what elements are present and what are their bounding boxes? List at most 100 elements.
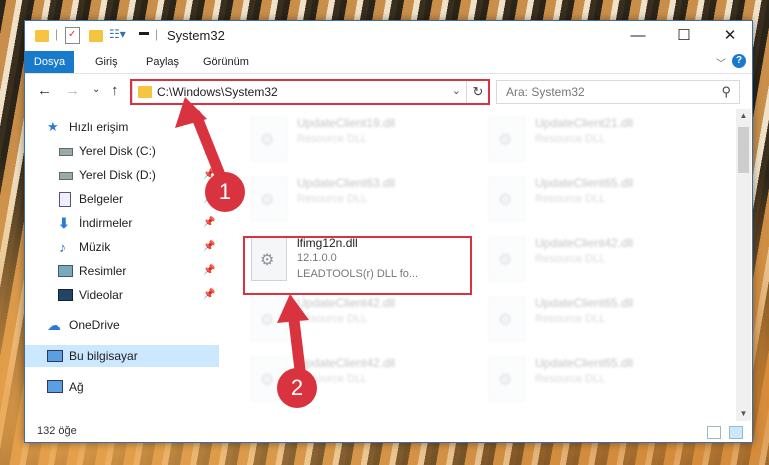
scroll-up-icon[interactable]: ▲ <box>736 109 751 123</box>
tab-home[interactable]: Giriş <box>95 51 118 73</box>
file-description: Resource DLL <box>535 133 606 145</box>
folder-icon <box>35 30 49 42</box>
search-placeholder: Ara: System32 <box>506 85 585 99</box>
dll-file-icon <box>489 357 525 401</box>
sidebar-item-label: Bu bilgisayar <box>69 349 138 363</box>
dll-file-icon <box>251 177 287 221</box>
sidebar-item-label: Yerel Disk (D:) <box>79 168 156 182</box>
star-icon: ★ <box>47 119 59 134</box>
download-icon: ⬇ <box>58 215 70 231</box>
drive-icon <box>59 148 73 156</box>
sidebar-item-documents[interactable]: Belgeler 📌 <box>25 188 219 210</box>
tiles-view-icon[interactable] <box>729 426 743 439</box>
sidebar-item-quick-access[interactable]: ★ Hızlı erişim <box>25 116 219 138</box>
file-highlight-box <box>243 236 472 295</box>
title-bar: | ✓ ☷▾ ▬ | System32 — ☐ ✕ <box>25 21 752 51</box>
dll-file-icon <box>489 237 525 281</box>
file-item[interactable]: UpdateClient19.dll Resource DLL <box>245 113 475 165</box>
tab-share[interactable]: Paylaş <box>146 51 179 73</box>
ribbon-tabs: Dosya Giriş Paylaş Görünüm ﹀ ? <box>25 51 752 74</box>
recent-locations-icon[interactable]: ⌄ <box>92 84 100 95</box>
file-description: Resource DLL <box>535 373 606 385</box>
drive-icon <box>59 172 73 180</box>
pin-icon[interactable]: 📌 <box>203 284 215 306</box>
sidebar-item-label: OneDrive <box>69 318 120 332</box>
separator: | <box>155 27 159 41</box>
pin-icon[interactable]: 📌 <box>203 212 215 234</box>
file-item[interactable]: UpdateClient21.dll Resource DLL <box>483 113 713 165</box>
file-description: Resource DLL <box>535 313 606 325</box>
file-name: UpdateClient63.dll <box>297 176 396 190</box>
tab-file[interactable]: Dosya <box>25 51 74 73</box>
sidebar-item-local-disk-d[interactable]: Yerel Disk (D:) 📌 <box>25 164 219 186</box>
file-description: Resource DLL <box>535 193 606 205</box>
dll-file-icon <box>489 117 525 161</box>
cloud-icon: ☁ <box>47 317 61 333</box>
sidebar-item-label: İndirmeler <box>79 216 133 230</box>
sidebar-item-onedrive[interactable]: ☁ OneDrive <box>25 314 219 336</box>
sidebar-item-network[interactable]: Ağ <box>25 376 219 398</box>
expand-ribbon-icon[interactable]: ﹀ <box>716 55 726 70</box>
computer-icon <box>47 350 63 362</box>
file-item[interactable]: UpdateClient42.dll Resource DLL <box>483 233 713 285</box>
dll-file-icon <box>251 297 287 341</box>
tab-view[interactable]: Görünüm <box>203 51 249 73</box>
properties-icon[interactable]: ✓ <box>65 27 80 44</box>
status-bar: 132 öğe <box>25 421 752 442</box>
step2-badge: 2 <box>277 368 317 408</box>
file-item[interactable]: UpdateClient65.dll Resource DLL <box>483 173 713 225</box>
videos-icon <box>58 289 73 301</box>
search-icon[interactable]: ⚲ <box>721 84 731 100</box>
pin-icon[interactable]: 📌 <box>203 140 215 162</box>
pin-icon[interactable]: 📌 <box>203 260 215 282</box>
vertical-scrollbar[interactable]: ▲ ▼ <box>736 109 751 421</box>
file-explorer-window: | ✓ ☷▾ ▬ | System32 — ☐ ✕ Dosya Giriş Pa… <box>24 20 753 443</box>
back-button[interactable]: ← <box>37 82 52 99</box>
sidebar-item-label: Resimler <box>79 264 127 278</box>
help-icon[interactable]: ? <box>732 54 746 68</box>
sidebar-item-label: Ağ <box>69 380 84 394</box>
file-item[interactable]: UpdateClient65.dll Resource DLL <box>483 353 713 405</box>
maximize-button[interactable]: ☐ <box>661 21 707 51</box>
sidebar-item-downloads[interactable]: ⬇ İndirmeler 📌 <box>25 212 219 234</box>
documents-icon <box>59 192 71 207</box>
sidebar-item-pictures[interactable]: Resimler 📌 <box>25 260 219 282</box>
file-item[interactable]: UpdateClient65.dll Resource DLL <box>483 293 713 345</box>
scrollbar-thumb[interactable] <box>738 127 749 173</box>
sidebar-item-label: Yerel Disk (C:) <box>79 144 156 158</box>
customize-toolbar-icon[interactable]: ▬ <box>139 27 149 38</box>
dll-file-icon <box>251 117 287 161</box>
sidebar-item-label: Hızlı erişim <box>69 120 129 134</box>
up-button[interactable]: ↑ <box>111 82 119 99</box>
file-name: UpdateClient42.dll <box>297 356 396 370</box>
close-button[interactable]: ✕ <box>707 21 753 51</box>
sidebar-item-videos[interactable]: Videolar 📌 <box>25 284 219 306</box>
window-title: System32 <box>167 28 225 43</box>
file-item[interactable]: UpdateClient42.dll Resource DLL <box>245 293 475 345</box>
sidebar-item-local-disk-c[interactable]: Yerel Disk (C:) 📌 <box>25 140 219 162</box>
file-description: Resource DLL <box>535 253 606 265</box>
minimize-button[interactable]: — <box>615 21 661 51</box>
sidebar-item-music[interactable]: ♪ Müzik 📌 <box>25 236 219 258</box>
sidebar-item-this-pc[interactable]: Bu bilgisayar <box>25 345 219 367</box>
pin-icon[interactable]: 📌 <box>203 236 215 258</box>
scroll-down-icon[interactable]: ▼ <box>736 407 751 421</box>
details-view-icon[interactable] <box>707 426 721 439</box>
address-highlight-box <box>130 79 490 105</box>
file-name: UpdateClient42.dll <box>297 296 396 310</box>
file-description: Resource DLL <box>297 133 368 145</box>
file-description: Resource DLL <box>297 193 368 205</box>
forward-button[interactable]: → <box>65 82 80 99</box>
pictures-icon <box>58 265 73 277</box>
separator: | <box>55 27 59 41</box>
search-input[interactable]: Ara: System32 ⚲ <box>496 80 740 104</box>
sidebar-item-label: Belgeler <box>79 192 124 206</box>
file-item[interactable]: UpdateClient63.dll Resource DLL <box>245 173 475 225</box>
network-icon <box>47 380 63 393</box>
view-options-icon[interactable]: ☷▾ <box>109 27 126 41</box>
file-name: UpdateClient65.dll <box>535 176 634 190</box>
file-name: UpdateClient19.dll <box>297 116 396 130</box>
new-folder-icon[interactable] <box>89 30 103 42</box>
file-name: UpdateClient21.dll <box>535 116 634 130</box>
dll-file-icon <box>489 297 525 341</box>
